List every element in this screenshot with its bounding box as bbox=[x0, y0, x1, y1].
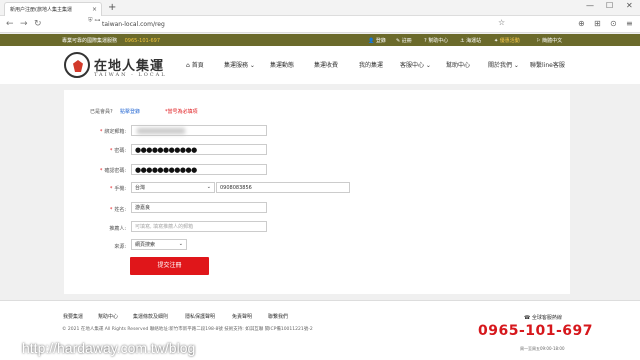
footer-link-ship[interactable]: 我要集運 bbox=[63, 313, 83, 320]
nav-line-support[interactable]: 聯繫line客服 bbox=[530, 60, 565, 69]
topbar-shipping-link[interactable]: ⚓ 海運站 bbox=[460, 37, 481, 44]
site-topbar: 專業可靠的國際集運服務 0965-101-697 👤 登錄 ✎ 註冊 ? 幫助中… bbox=[0, 34, 640, 46]
password-label: * 密碼: bbox=[109, 148, 126, 154]
topbar-register-link[interactable]: ✎ 註冊 bbox=[396, 37, 412, 44]
bookmark-star-icon[interactable]: ☆ bbox=[498, 18, 505, 27]
footer-link-privacy[interactable]: 隱私保護聲明 bbox=[185, 313, 215, 320]
submit-register-button[interactable]: 提交注冊 bbox=[130, 257, 209, 275]
topbar-promo-link[interactable]: ✦ 優惠活動 bbox=[494, 37, 520, 44]
password-value: ●●●●●●●●●●● bbox=[135, 146, 197, 154]
country-select[interactable]: 台灣 ⌄ bbox=[131, 182, 215, 193]
browser-tab[interactable]: 新用户注册(旅地人集主集運 × bbox=[4, 2, 102, 16]
topbar-language-link[interactable]: ⚐ 簡體中文 bbox=[536, 37, 562, 44]
confirm-password-value: ●●●●●●●●●●● bbox=[135, 166, 197, 174]
extensions-icon[interactable]: ⊕ bbox=[578, 19, 585, 28]
forward-icon[interactable]: → bbox=[20, 19, 28, 29]
already-member-text: 已是會員? bbox=[90, 109, 113, 115]
footer-link-terms[interactable]: 集運條款及細則 bbox=[133, 313, 168, 320]
confirm-password-label: * 確認密碼: bbox=[99, 168, 126, 174]
name-field[interactable]: 游嘉良 bbox=[131, 202, 267, 213]
source-select[interactable]: 網頁搜索 ⌄ bbox=[131, 239, 187, 250]
topbar-help-link[interactable]: ? 幫助中心 bbox=[424, 37, 448, 44]
nav-help[interactable]: 幫助中心 bbox=[446, 60, 470, 69]
required-note: *當号為必填項 bbox=[165, 109, 198, 115]
chevron-down-icon: ⌄ bbox=[178, 241, 183, 247]
footer-link-help[interactable]: 幫助中心 bbox=[98, 313, 118, 320]
email-field[interactable] bbox=[131, 125, 267, 136]
support-hours: 周一至周五09:00-18:00 bbox=[520, 346, 565, 351]
site-header: 在地人集運 TAIWAN - LOCAL ⌂ 首頁 集運服務 ⌄ 集運動態 集運… bbox=[0, 46, 640, 84]
topbar-left: 專業可靠的國際集運服務 0965-101-697 bbox=[62, 37, 160, 44]
nav-home[interactable]: ⌂ 首頁 bbox=[186, 60, 204, 69]
footer-link-contact[interactable]: 聯繫我們 bbox=[268, 313, 288, 320]
nav-services[interactable]: 集運服務 ⌄ bbox=[224, 60, 255, 69]
chevron-down-icon: ⌄ bbox=[206, 184, 211, 190]
footer-link-disclaimer[interactable]: 免責聲明 bbox=[232, 313, 252, 320]
tagline: 專業可靠的國際集運服務 bbox=[62, 38, 118, 44]
tab-title: 新用户注册(旅地人集主集運 bbox=[10, 7, 72, 13]
browser-navbar: ← → ↻ taiwan-local.com/reg ⛨ ⊶ ☆ ⊕ ⊞ ⊙ ≡ bbox=[0, 16, 640, 33]
login-link[interactable]: 點擊登錄 bbox=[120, 108, 140, 115]
blog-watermark: http://hardaway.com.tw/blog bbox=[22, 340, 196, 356]
topbar-phone: 0965-101-697 bbox=[124, 38, 161, 44]
phone-label: * 手機: bbox=[109, 186, 126, 192]
browser-titlebar: 新用户注册(旅地人集主集運 × + — ☐ ✕ bbox=[0, 0, 640, 16]
nav-about[interactable]: 關於我們 ⌄ bbox=[488, 60, 519, 69]
nav-fees[interactable]: 集運收費 bbox=[314, 60, 338, 69]
account-icon[interactable]: ⊙ bbox=[610, 19, 617, 28]
confirm-password-field[interactable]: ●●●●●●●●●●● bbox=[131, 164, 267, 175]
name-label: * 姓名: bbox=[109, 207, 126, 213]
email-blurred-value bbox=[137, 128, 185, 134]
library-icon[interactable]: ⊞ bbox=[594, 19, 601, 28]
new-tab-icon[interactable]: + bbox=[108, 2, 116, 13]
source-label: 來源: bbox=[114, 244, 126, 250]
tab-close-icon[interactable]: × bbox=[92, 6, 97, 13]
hotline-label: ☎ 全球客服熱線 bbox=[524, 315, 562, 321]
maximize-icon[interactable]: ☐ bbox=[606, 1, 613, 10]
nav-support[interactable]: 客服中心 ⌄ bbox=[400, 60, 431, 69]
copyright-text: © 2021 在地人集運 All Rights Reserved 聯絡地址:新竹… bbox=[62, 327, 313, 332]
address-bar[interactable]: taiwan-local.com/reg bbox=[86, 19, 586, 30]
phone-field[interactable]: 0908083856 bbox=[216, 182, 350, 193]
hotline-number[interactable]: 0965-101-697 bbox=[478, 323, 593, 339]
reload-icon[interactable]: ↻ bbox=[34, 19, 42, 29]
minimize-icon[interactable]: — bbox=[586, 1, 594, 10]
menu-icon[interactable]: ≡ bbox=[626, 19, 633, 28]
url-text: taiwan-local.com/reg bbox=[102, 21, 165, 28]
referrer-field[interactable]: 可填寫, 填寫推薦人的郵箱 bbox=[131, 221, 267, 232]
email-label: * 綁定郵箱: bbox=[99, 129, 126, 135]
logo-badge-icon[interactable] bbox=[64, 52, 90, 78]
phone-icon: ☎ bbox=[524, 315, 531, 321]
site-info-icon[interactable]: ⛨ ⊶ bbox=[88, 17, 100, 25]
close-window-icon[interactable]: ✕ bbox=[626, 1, 633, 10]
logo-subtext: TAIWAN - LOCAL bbox=[94, 72, 167, 78]
back-icon[interactable]: ← bbox=[6, 19, 14, 29]
nav-my-shipping[interactable]: 我的集運 bbox=[359, 60, 383, 69]
referrer-label: 推薦人: bbox=[109, 226, 126, 232]
topbar-login-link[interactable]: 👤 登錄 bbox=[368, 37, 386, 44]
password-field[interactable]: ●●●●●●●●●●● bbox=[131, 144, 267, 155]
nav-news[interactable]: 集運動態 bbox=[270, 60, 294, 69]
